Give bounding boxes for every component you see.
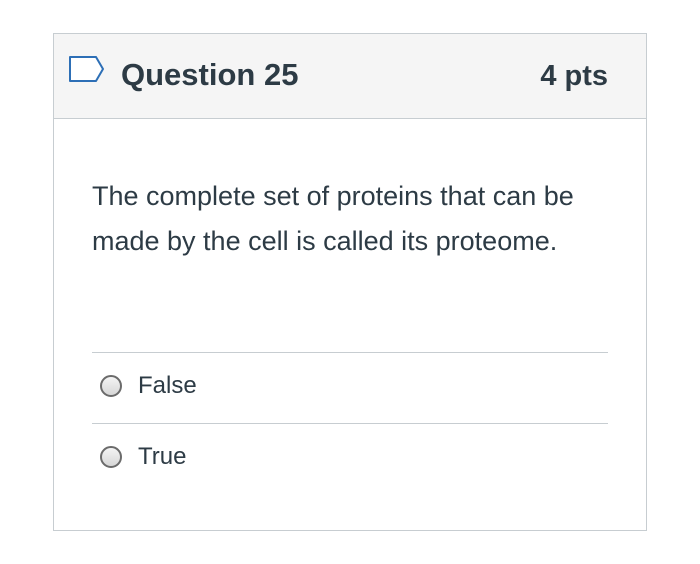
answer-option-true[interactable]: True bbox=[92, 424, 608, 494]
flag-bookmark-icon[interactable] bbox=[68, 55, 106, 83]
answer-label: True bbox=[138, 443, 187, 470]
answer-label: False bbox=[138, 372, 197, 399]
question-points: 4 pts bbox=[540, 60, 608, 92]
answer-option-false[interactable]: False bbox=[92, 353, 608, 424]
question-title: Question 25 bbox=[121, 57, 299, 92]
question-card: Question 25 4 pts The complete set of pr… bbox=[53, 33, 647, 531]
radio-button[interactable] bbox=[100, 446, 122, 468]
answer-list: False True bbox=[92, 352, 608, 494]
question-text: The complete set of proteins that can be… bbox=[92, 181, 574, 256]
radio-button[interactable] bbox=[100, 375, 122, 397]
question-header: Question 25 4 pts bbox=[54, 34, 646, 119]
